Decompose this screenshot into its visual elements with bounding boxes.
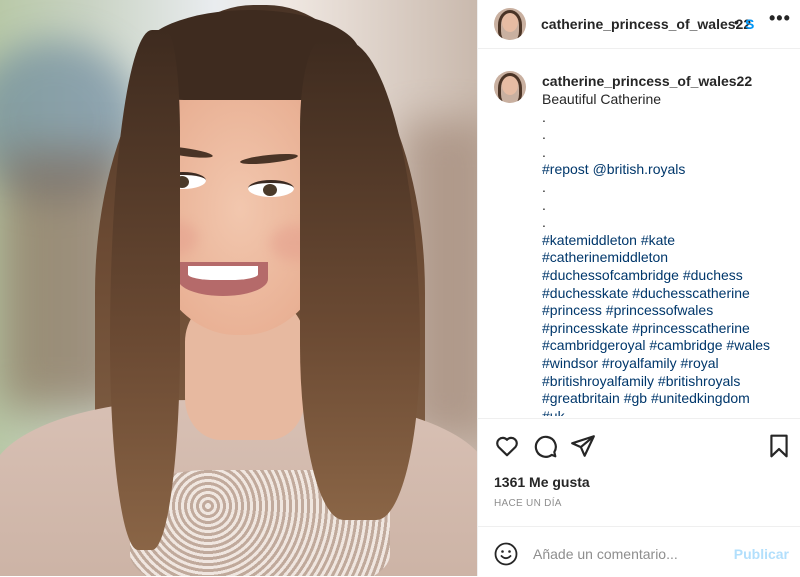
hair (300, 40, 420, 520)
caption-line: . (542, 126, 546, 143)
comment-icon[interactable] (532, 433, 558, 459)
caption-area: catherine_princess_of_wales22 Beautiful … (478, 49, 800, 416)
emoji-icon[interactable] (494, 542, 518, 566)
post-header: catherine_princess_of_wales22 • Seguir •… (478, 0, 800, 49)
more-options-icon[interactable]: ••• (769, 8, 791, 29)
likes-count[interactable]: 1361 Me gusta (494, 474, 590, 490)
teeth (188, 266, 258, 280)
caption-line: . (542, 108, 546, 125)
caption-hashtag-line[interactable]: #catherinemiddleton (542, 249, 792, 267)
like-heart-icon[interactable] (494, 433, 520, 459)
post-side-panel: catherine_princess_of_wales22 • Seguir •… (477, 0, 800, 576)
caption-hashtag-line[interactable]: #britishroyalfamily #britishroyals (542, 373, 792, 391)
follow-button[interactable]: Seguir (745, 16, 755, 32)
caption-line: . (542, 196, 546, 213)
caption-hashtag-line[interactable]: #uk (542, 408, 792, 416)
caption-hashtag-line[interactable]: #duchessofcambridge #duchess (542, 267, 792, 285)
comment-bar: Añade un comentario... Publicar (478, 526, 800, 577)
caption-hashtag-line[interactable]: #duchesskate #duchesscatherine (542, 285, 792, 303)
caption-text: Beautiful Catherine . . . #repost @briti… (542, 91, 792, 416)
eye (248, 180, 294, 197)
caption-hashtag-line[interactable]: #princess #princessofwales (542, 302, 792, 320)
share-icon[interactable] (570, 433, 596, 459)
caption-hashtag-line[interactable]: #greatbritain #gb #unitedkingdom (542, 390, 792, 408)
avatar[interactable] (494, 71, 526, 103)
publish-button[interactable]: Publicar (734, 546, 789, 562)
avatar[interactable] (494, 8, 526, 40)
caption-username[interactable]: catherine_princess_of_wales22 (542, 73, 752, 89)
username-link[interactable]: catherine_princess_of_wales22 (541, 16, 751, 32)
post-photo[interactable] (0, 0, 477, 576)
action-bar (478, 418, 800, 471)
caption-hashtag-line[interactable]: #katemiddleton #kate (542, 232, 792, 250)
separator-dot: • (734, 14, 739, 30)
caption-hashtag-line[interactable]: #cambridgeroyal #cambridge #wales (542, 337, 792, 355)
caption-hashtag-line[interactable]: #princesskate #princesscatherine (542, 320, 792, 338)
post-timestamp[interactable]: HACE UN DÍA (494, 498, 562, 509)
caption-line: . (542, 178, 546, 195)
caption-hashtag-line[interactable]: #repost @british.royals (542, 161, 792, 179)
comment-input[interactable]: Añade un comentario... (533, 546, 678, 562)
caption-line: Beautiful Catherine (542, 91, 662, 107)
caption-line: . (542, 143, 546, 160)
caption-hashtag-line[interactable]: #windsor #royalfamily #royal (542, 355, 792, 373)
save-bookmark-icon[interactable] (766, 433, 792, 459)
caption-line: . (542, 214, 546, 231)
